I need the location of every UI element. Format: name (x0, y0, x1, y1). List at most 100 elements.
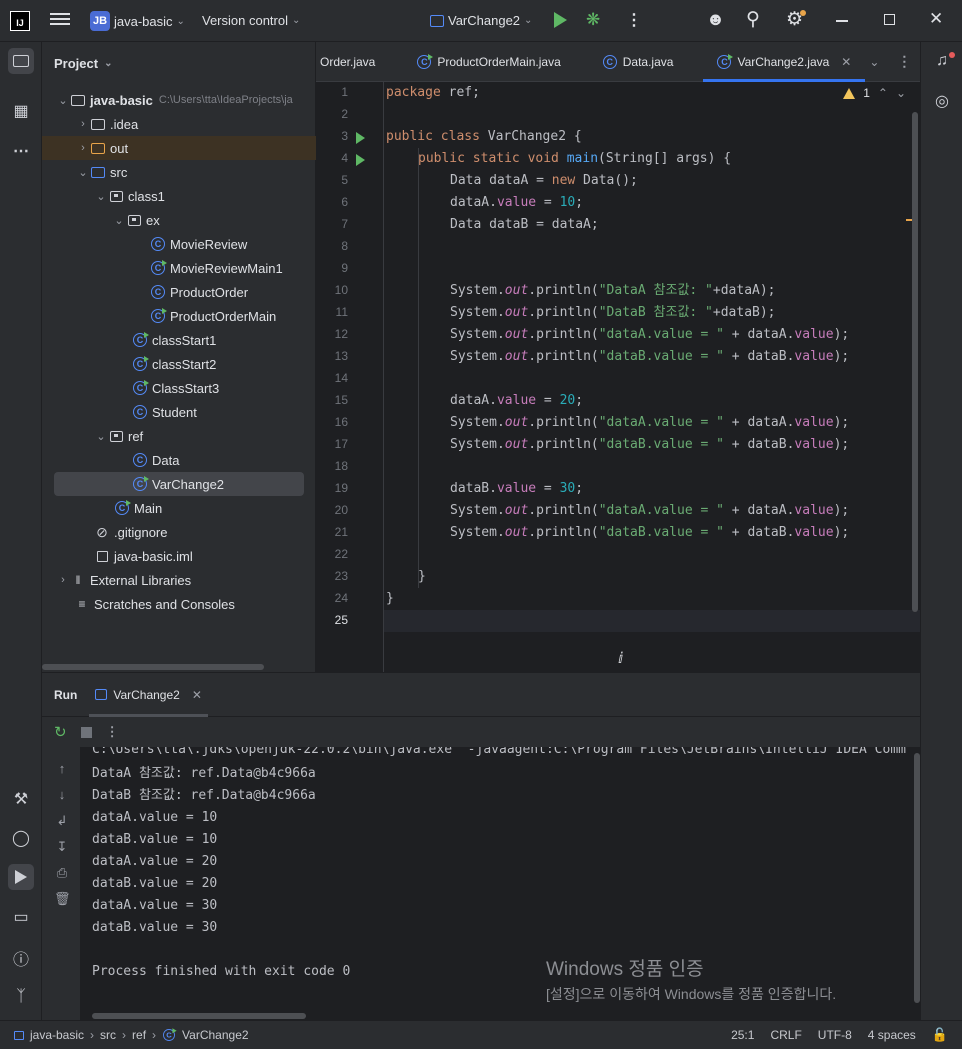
caret-position[interactable]: 25:1 (731, 1028, 754, 1042)
tabs-more-icon[interactable]: ⋮ (897, 53, 911, 70)
runnable-class-icon: C (150, 260, 167, 276)
tab-productordermain-java[interactable]: C ProductOrderMain.java (389, 42, 574, 82)
line-number: 11 (335, 305, 348, 319)
print-icon[interactable]: ⎙ (54, 865, 70, 881)
code-line-21: System.out.println("dataB.value = " + da… (450, 525, 850, 540)
tree-item-main[interactable]: C Main (42, 496, 316, 520)
tree-item-classstart1[interactable]: C classStart1 (42, 328, 316, 352)
git-icon[interactable]: ᛉ (8, 984, 34, 1010)
main-menu-icon[interactable] (50, 10, 70, 30)
inspection-widget[interactable]: 1 ⌃ ⌄ (843, 86, 906, 100)
more-actions-icon[interactable]: ⋮ (626, 10, 642, 30)
tree-item-ex[interactable]: ⌄ ex (42, 208, 316, 232)
line-separator[interactable]: CRLF (770, 1028, 801, 1042)
version-control-menu[interactable]: Version control ⌄ (202, 13, 300, 28)
tree-item-classstart2[interactable]: C classStart2 (42, 352, 316, 376)
more-actions-icon[interactable]: ⋮ (106, 724, 119, 740)
tree-item-ref[interactable]: ⌄ ref (42, 424, 316, 448)
chevron-right-icon: › (152, 1028, 157, 1042)
minimize-icon[interactable] (836, 20, 848, 22)
tree-item-gitignore[interactable]: ⊘ .gitignore (42, 520, 316, 544)
tree-item-label: ProductOrder (170, 284, 249, 300)
tree-item-idea[interactable]: › .idea (42, 112, 316, 136)
scroll-to-end-icon[interactable]: ↧ (54, 839, 70, 855)
run-tool-icon[interactable] (8, 864, 34, 890)
console-line: DataB 참조값: ref.Data@b4c966a (92, 788, 316, 803)
debug-icon[interactable]: ❋ (586, 10, 600, 30)
tree-item-out[interactable]: › out (42, 136, 316, 160)
chevron-down-icon[interactable]: ⌄ (896, 86, 906, 100)
build-hammer-icon[interactable]: ⚒ (8, 786, 34, 812)
terminal-icon[interactable]: ▭ (8, 904, 34, 930)
tree-item-src[interactable]: ⌄ src (42, 160, 316, 184)
console-horizontal-scrollbar[interactable] (92, 1013, 306, 1019)
run-icon[interactable] (554, 12, 567, 28)
project-panel-header[interactable]: Project ⌄ (42, 42, 315, 84)
scroll-up-icon[interactable]: ↑ (54, 761, 70, 777)
close-tab-icon[interactable]: ✕ (192, 688, 202, 702)
run-gutter-icon[interactable] (356, 132, 365, 144)
runnable-class-icon: C (132, 332, 149, 348)
tree-item-scratches[interactable]: ≡ Scratches and Consoles (42, 592, 316, 616)
chevron-up-icon[interactable]: ⌃ (878, 86, 888, 100)
indent-setting[interactable]: 4 spaces (868, 1028, 916, 1042)
tab-order-java[interactable]: Order.java (316, 42, 389, 82)
unlock-icon[interactable]: 🔓 (932, 1027, 948, 1043)
chevron-down-icon: ⌄ (96, 190, 106, 203)
run-gutter-icon[interactable] (356, 154, 365, 166)
file-encoding[interactable]: UTF-8 (818, 1028, 852, 1042)
project-horizontal-scrollbar[interactable] (42, 664, 264, 670)
tree-item-moviereviewmain1[interactable]: C MovieReviewMain1 (42, 256, 316, 280)
project-tool-icon[interactable] (8, 48, 34, 74)
runnable-class-icon: C (132, 476, 149, 492)
add-user-icon[interactable]: ☻ (706, 9, 725, 30)
chevron-down-icon: ⌄ (104, 57, 113, 69)
tree-item-productorder[interactable]: C ProductOrder (42, 280, 316, 304)
services-icon[interactable]: ◯ (8, 825, 34, 851)
close-tab-icon[interactable]: ✕ (841, 55, 851, 69)
editor-vertical-scrollbar[interactable] (912, 112, 918, 612)
watermark-subtitle: [설정]으로 이동하여 Windows를 정품 인증합니다. (546, 986, 837, 1002)
close-window-icon[interactable]: ✕ (929, 9, 943, 29)
ai-assistant-icon[interactable]: ◎ (929, 88, 955, 114)
run-tab-varchange2[interactable]: VarChange2 ✕ (89, 673, 208, 717)
tree-item-varchange2[interactable]: C VarChange2 (54, 472, 304, 496)
run-config-selector[interactable]: VarChange2 ⌄ (430, 13, 532, 28)
tree-item-iml[interactable]: java-basic.iml (42, 544, 316, 568)
intellij-logo-icon[interactable]: IJ (10, 11, 30, 31)
search-icon[interactable]: ⚲ (746, 8, 760, 31)
tab-data-java[interactable]: C Data.java (575, 42, 688, 82)
breadcrumb-item[interactable]: VarChange2 (182, 1028, 249, 1042)
breadcrumb-item[interactable]: src (100, 1028, 116, 1042)
console-vertical-scrollbar[interactable] (914, 753, 920, 1003)
tree-item-label: java-basic.iml (114, 548, 193, 564)
tree-item-data[interactable]: C Data (42, 448, 316, 472)
stop-icon[interactable] (80, 726, 92, 738)
tree-item-classstart3[interactable]: C ClassStart3 (42, 376, 316, 400)
scroll-down-icon[interactable]: ↓ (54, 787, 70, 803)
tree-item-java-basic[interactable]: ⌄ java-basic C:\Users\tta\IdeaProjects\j… (42, 88, 316, 112)
tabs-dropdown-icon[interactable]: ⌄ (869, 55, 879, 69)
chevron-down-icon: ⌄ (114, 214, 124, 227)
package-icon (126, 212, 142, 228)
maximize-icon[interactable] (884, 14, 895, 25)
tree-item-class1[interactable]: ⌄ class1 (42, 184, 316, 208)
rerun-icon[interactable]: ↻ (54, 723, 67, 741)
tree-item-productordermain[interactable]: C ProductOrderMain (42, 304, 316, 328)
more-tools-icon[interactable]: ⋯ (8, 138, 34, 164)
tree-item-external-libraries[interactable]: › ‖ External Libraries (42, 568, 316, 592)
trash-icon[interactable]: 🗑 (54, 891, 71, 907)
soft-wrap-icon[interactable]: ↲ (54, 813, 70, 829)
code-line-13: System.out.println("dataB.value = " + da… (450, 349, 850, 364)
package-icon (108, 188, 124, 204)
editor-gutter: 1 2 3 4 5 6 7 8 9 10 11 12 13 14 15 16 1… (316, 82, 384, 672)
breadcrumb-item[interactable]: ref (132, 1028, 146, 1042)
project-selector[interactable]: JB java-basic ⌄ (90, 11, 185, 31)
chevron-right-icon: › (122, 1028, 127, 1042)
breadcrumb-item[interactable]: java-basic (30, 1028, 84, 1042)
tree-item-student[interactable]: C Student (42, 400, 316, 424)
tab-varchange2-java[interactable]: C VarChange2.java ✕ (703, 42, 866, 82)
problems-icon[interactable]: ⓘ (8, 945, 34, 971)
structure-tool-icon[interactable]: ▦ (8, 98, 34, 124)
tree-item-moviereview[interactable]: C MovieReview (42, 232, 316, 256)
